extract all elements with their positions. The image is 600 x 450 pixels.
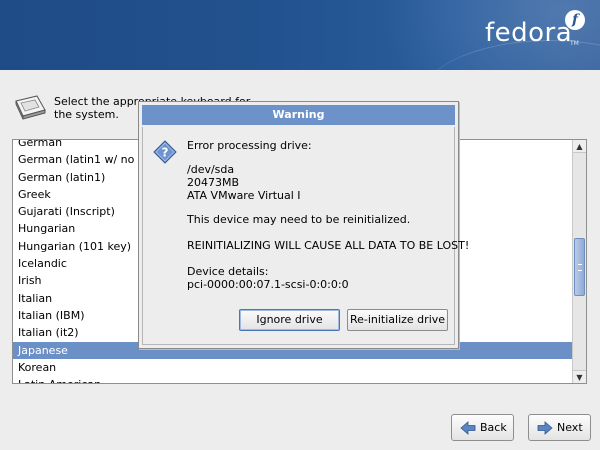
list-scrollbar[interactable]: ▲ ▼: [572, 140, 586, 383]
fedora-logo-icon: f: [565, 10, 585, 30]
device-model: ATA VMware Virtual I: [187, 189, 301, 202]
next-label: Next: [557, 421, 583, 434]
data-loss-warning: REINITIALIZING WILL CAUSE ALL DATA TO BE…: [187, 239, 470, 252]
reinit-note: This device may need to be reinitialized…: [187, 213, 411, 226]
reinitialize-drive-button[interactable]: Re-initialize drive: [347, 309, 448, 331]
svg-text:?: ?: [162, 146, 169, 160]
back-button[interactable]: Back: [451, 414, 514, 441]
list-item[interactable]: Latin American: [13, 376, 573, 383]
scroll-down-arrow-icon[interactable]: ▼: [573, 370, 586, 383]
question-icon: ?: [153, 140, 177, 164]
device-size: 20473MB: [187, 176, 240, 189]
scroll-up-arrow-icon[interactable]: ▲: [573, 140, 586, 153]
warning-dialog: Warning ? Error processing drive: /dev/s…: [138, 101, 469, 349]
device-details-value: pci-0000:00:07.1-scsi-0:0:0:0: [187, 278, 349, 291]
list-item[interactable]: Korean: [13, 359, 573, 376]
logo-trademark: TM: [570, 40, 579, 47]
scrollbar-thumb[interactable]: [574, 238, 585, 296]
next-button[interactable]: Next: [528, 414, 591, 441]
error-heading: Error processing drive:: [187, 139, 312, 152]
header-banner: fedora f TM: [0, 0, 600, 70]
dialog-title: Warning: [142, 105, 455, 125]
back-arrow-icon: [460, 421, 476, 435]
device-details-label: Device details:: [187, 265, 269, 278]
device-path: /dev/sda: [187, 163, 235, 176]
fedora-logo-text: fedora: [485, 18, 573, 48]
ignore-drive-button[interactable]: Ignore drive: [239, 309, 340, 331]
next-arrow-icon: [537, 421, 553, 435]
back-label: Back: [480, 421, 507, 434]
keyboard-icon: [15, 95, 46, 120]
